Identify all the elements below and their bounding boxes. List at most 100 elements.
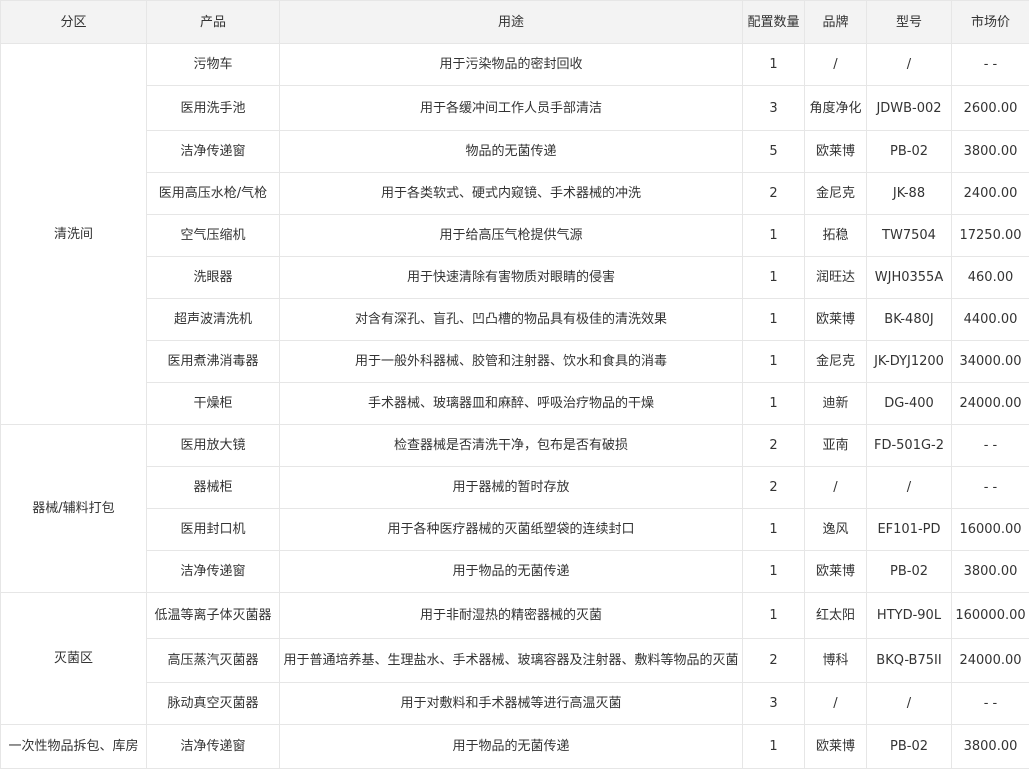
model-cell: DG-400 (866, 382, 952, 425)
usage-cell: 用于各类软式、硬式内窥镜、手术器械的冲洗 (279, 172, 743, 215)
zone-cell: 一次性物品拆包、库房 (0, 724, 147, 769)
quantity-cell: 1 (742, 592, 805, 639)
brand-cell: / (804, 682, 867, 725)
header-model: 型号 (866, 0, 952, 44)
table-row: 洁净传递窗 用于物品的无菌传递 1 欧莱博 PB-02 3800.00 (1, 550, 1029, 593)
usage-cell: 用于各种医疗器械的灭菌纸塑袋的连续封口 (279, 508, 743, 551)
table-row: 医用洗手池 用于各缓冲间工作人员手部清洁 3 角度净化 JDWB-002 2600.00 (1, 85, 1029, 131)
brand-cell: 金尼克 (804, 340, 867, 383)
header-brand: 品牌 (804, 0, 867, 44)
model-cell: / (866, 43, 952, 86)
brand-cell: 拓稳 (804, 214, 867, 257)
quantity-cell: 1 (742, 340, 805, 383)
brand-cell: 金尼克 (804, 172, 867, 215)
usage-cell: 用于快速清除有害物质对眼睛的侵害 (279, 256, 743, 299)
price-cell: - - (951, 43, 1029, 86)
quantity-cell: 2 (742, 466, 805, 509)
brand-cell: 迪新 (804, 382, 867, 425)
product-cell: 洁净传递窗 (146, 130, 280, 173)
product-cell: 医用封口机 (146, 508, 280, 551)
product-cell: 低温等离子体灭菌器 (146, 592, 280, 639)
quantity-cell: 1 (742, 724, 805, 769)
brand-cell: 红太阳 (804, 592, 867, 639)
product-cell: 超声波清洗机 (146, 298, 280, 341)
usage-cell: 用于非耐湿热的精密器械的灭菌 (279, 592, 743, 639)
table-row: 器械柜 用于器械的暂时存放 2// - - (1, 466, 1029, 509)
price-cell: 3800.00 (951, 550, 1029, 593)
model-cell: / (866, 682, 952, 725)
quantity-cell: 1 (742, 298, 805, 341)
zone-cell: 清洗间 (0, 43, 147, 425)
table-row: 洁净传递窗 物品的无菌传递 5 欧莱博 PB-02 3800.00 (1, 130, 1029, 173)
product-cell: 洗眼器 (146, 256, 280, 299)
zone-cell: 灭菌区 (0, 592, 147, 725)
quantity-cell: 5 (742, 130, 805, 173)
table-body: 清洗间 污物车 用于污染物品的密封回收 1// - - 医用洗手池 用于各缓冲间工作人员手部… (0, 43, 1029, 769)
quantity-cell: 2 (742, 172, 805, 215)
price-cell: 24000.00 (951, 382, 1029, 425)
product-cell: 医用放大镜 (146, 424, 280, 467)
usage-cell: 用于给高压气枪提供气源 (279, 214, 743, 257)
table-row: 灭菌区 低温等离子体灭菌器 用于非耐湿热的精密器械的灭菌 1 红太阳 HTYD-90L 16… (0, 592, 1029, 725)
model-cell: FD-501G-2 (866, 424, 952, 467)
brand-cell: 逸风 (804, 508, 867, 551)
quantity-cell: 3 (742, 682, 805, 725)
table-row: 高压蒸汽灭菌器 用于普通培养基、生理盐水、手术器械、玻璃容器及注射器、敷料等物品的… (1, 638, 1029, 683)
usage-cell: 用于对敷料和手术器械等进行高温灭菌 (279, 682, 743, 725)
model-cell: EF101-PD (866, 508, 952, 551)
header-price: 市场价 (951, 0, 1029, 44)
quantity-cell: 1 (742, 382, 805, 425)
product-cell: 脉动真空灭菌器 (146, 682, 280, 725)
table-row: 干燥柜 手术器械、玻璃器皿和麻醉、呼吸治疗物品的干燥 1 迪新 DG-400 24000.… (1, 382, 1029, 425)
price-cell: - - (951, 424, 1029, 467)
table-row: 一次性物品拆包、库房 洁净传递窗 用于物品的无菌传递 1 欧莱博 PB-02 3800.00 (0, 724, 1029, 769)
price-cell: - - (951, 466, 1029, 509)
table-row: 空气压缩机 用于给高压气枪提供气源 1 拓稳 TW7504 17250.00 (1, 214, 1029, 257)
usage-cell: 用于物品的无菌传递 (279, 550, 743, 593)
product-cell: 空气压缩机 (146, 214, 280, 257)
product-cell: 干燥柜 (146, 382, 280, 425)
price-cell: 2400.00 (951, 172, 1029, 215)
price-cell: 34000.00 (951, 340, 1029, 383)
model-cell: PB-02 (866, 724, 952, 769)
product-cell: 洁净传递窗 (146, 724, 280, 769)
header-zone: 分区 (0, 0, 147, 44)
price-cell: 160000.00 (951, 592, 1029, 639)
product-cell: 医用高压水枪/气枪 (146, 172, 280, 215)
table-row: 洗眼器 用于快速清除有害物质对眼睛的侵害 1 润旺达 WJH0355A 460.00 (1, 256, 1029, 299)
brand-cell: 润旺达 (804, 256, 867, 299)
table-row: 医用煮沸消毒器 用于一般外科器械、胶管和注射器、饮水和食具的消毒 1 金尼克 JK-DY… (1, 340, 1029, 383)
quantity-cell: 1 (742, 508, 805, 551)
usage-cell: 检查器械是否清洗干净，包布是否有破损 (279, 424, 743, 467)
brand-cell: / (804, 466, 867, 509)
table-row: 医用封口机 用于各种医疗器械的灭菌纸塑袋的连续封口 1 逸风 EF101-PD 16000… (1, 508, 1029, 551)
price-cell: 2600.00 (951, 85, 1029, 131)
quantity-cell: 1 (742, 214, 805, 257)
product-cell: 医用洗手池 (146, 85, 280, 131)
header-product: 产品 (146, 0, 280, 44)
brand-cell: 亚南 (804, 424, 867, 467)
usage-cell: 手术器械、玻璃器皿和麻醉、呼吸治疗物品的干燥 (279, 382, 743, 425)
table-row: 清洗间 污物车 用于污染物品的密封回收 1// - - (0, 43, 1029, 425)
model-cell: JK-88 (866, 172, 952, 215)
product-cell: 器械柜 (146, 466, 280, 509)
model-cell: / (866, 466, 952, 509)
table-row: 医用高压水枪/气枪 用于各类软式、硬式内窥镜、手术器械的冲洗 2 金尼克 JK-88 24… (1, 172, 1029, 215)
model-cell: PB-02 (866, 130, 952, 173)
model-cell: JK-DYJ1200 (866, 340, 952, 383)
equipment-table: 分区 产品 用途 配置数量 品牌 型号 市场价 清洗间 污物车 用于污染物品的密封回… (0, 0, 1029, 769)
price-cell: 460.00 (951, 256, 1029, 299)
model-cell: WJH0355A (866, 256, 952, 299)
header-quantity: 配置数量 (742, 0, 805, 44)
brand-cell: / (804, 43, 867, 86)
brand-cell: 欧莱博 (804, 298, 867, 341)
usage-cell: 用于污染物品的密封回收 (279, 43, 743, 86)
product-cell: 洁净传递窗 (146, 550, 280, 593)
product-cell: 高压蒸汽灭菌器 (146, 638, 280, 683)
brand-cell: 角度净化 (804, 85, 867, 131)
quantity-cell: 2 (742, 638, 805, 683)
usage-cell: 用于器械的暂时存放 (279, 466, 743, 509)
model-cell: BK-480J (866, 298, 952, 341)
product-cell: 污物车 (146, 43, 280, 86)
brand-cell: 欧莱博 (804, 550, 867, 593)
